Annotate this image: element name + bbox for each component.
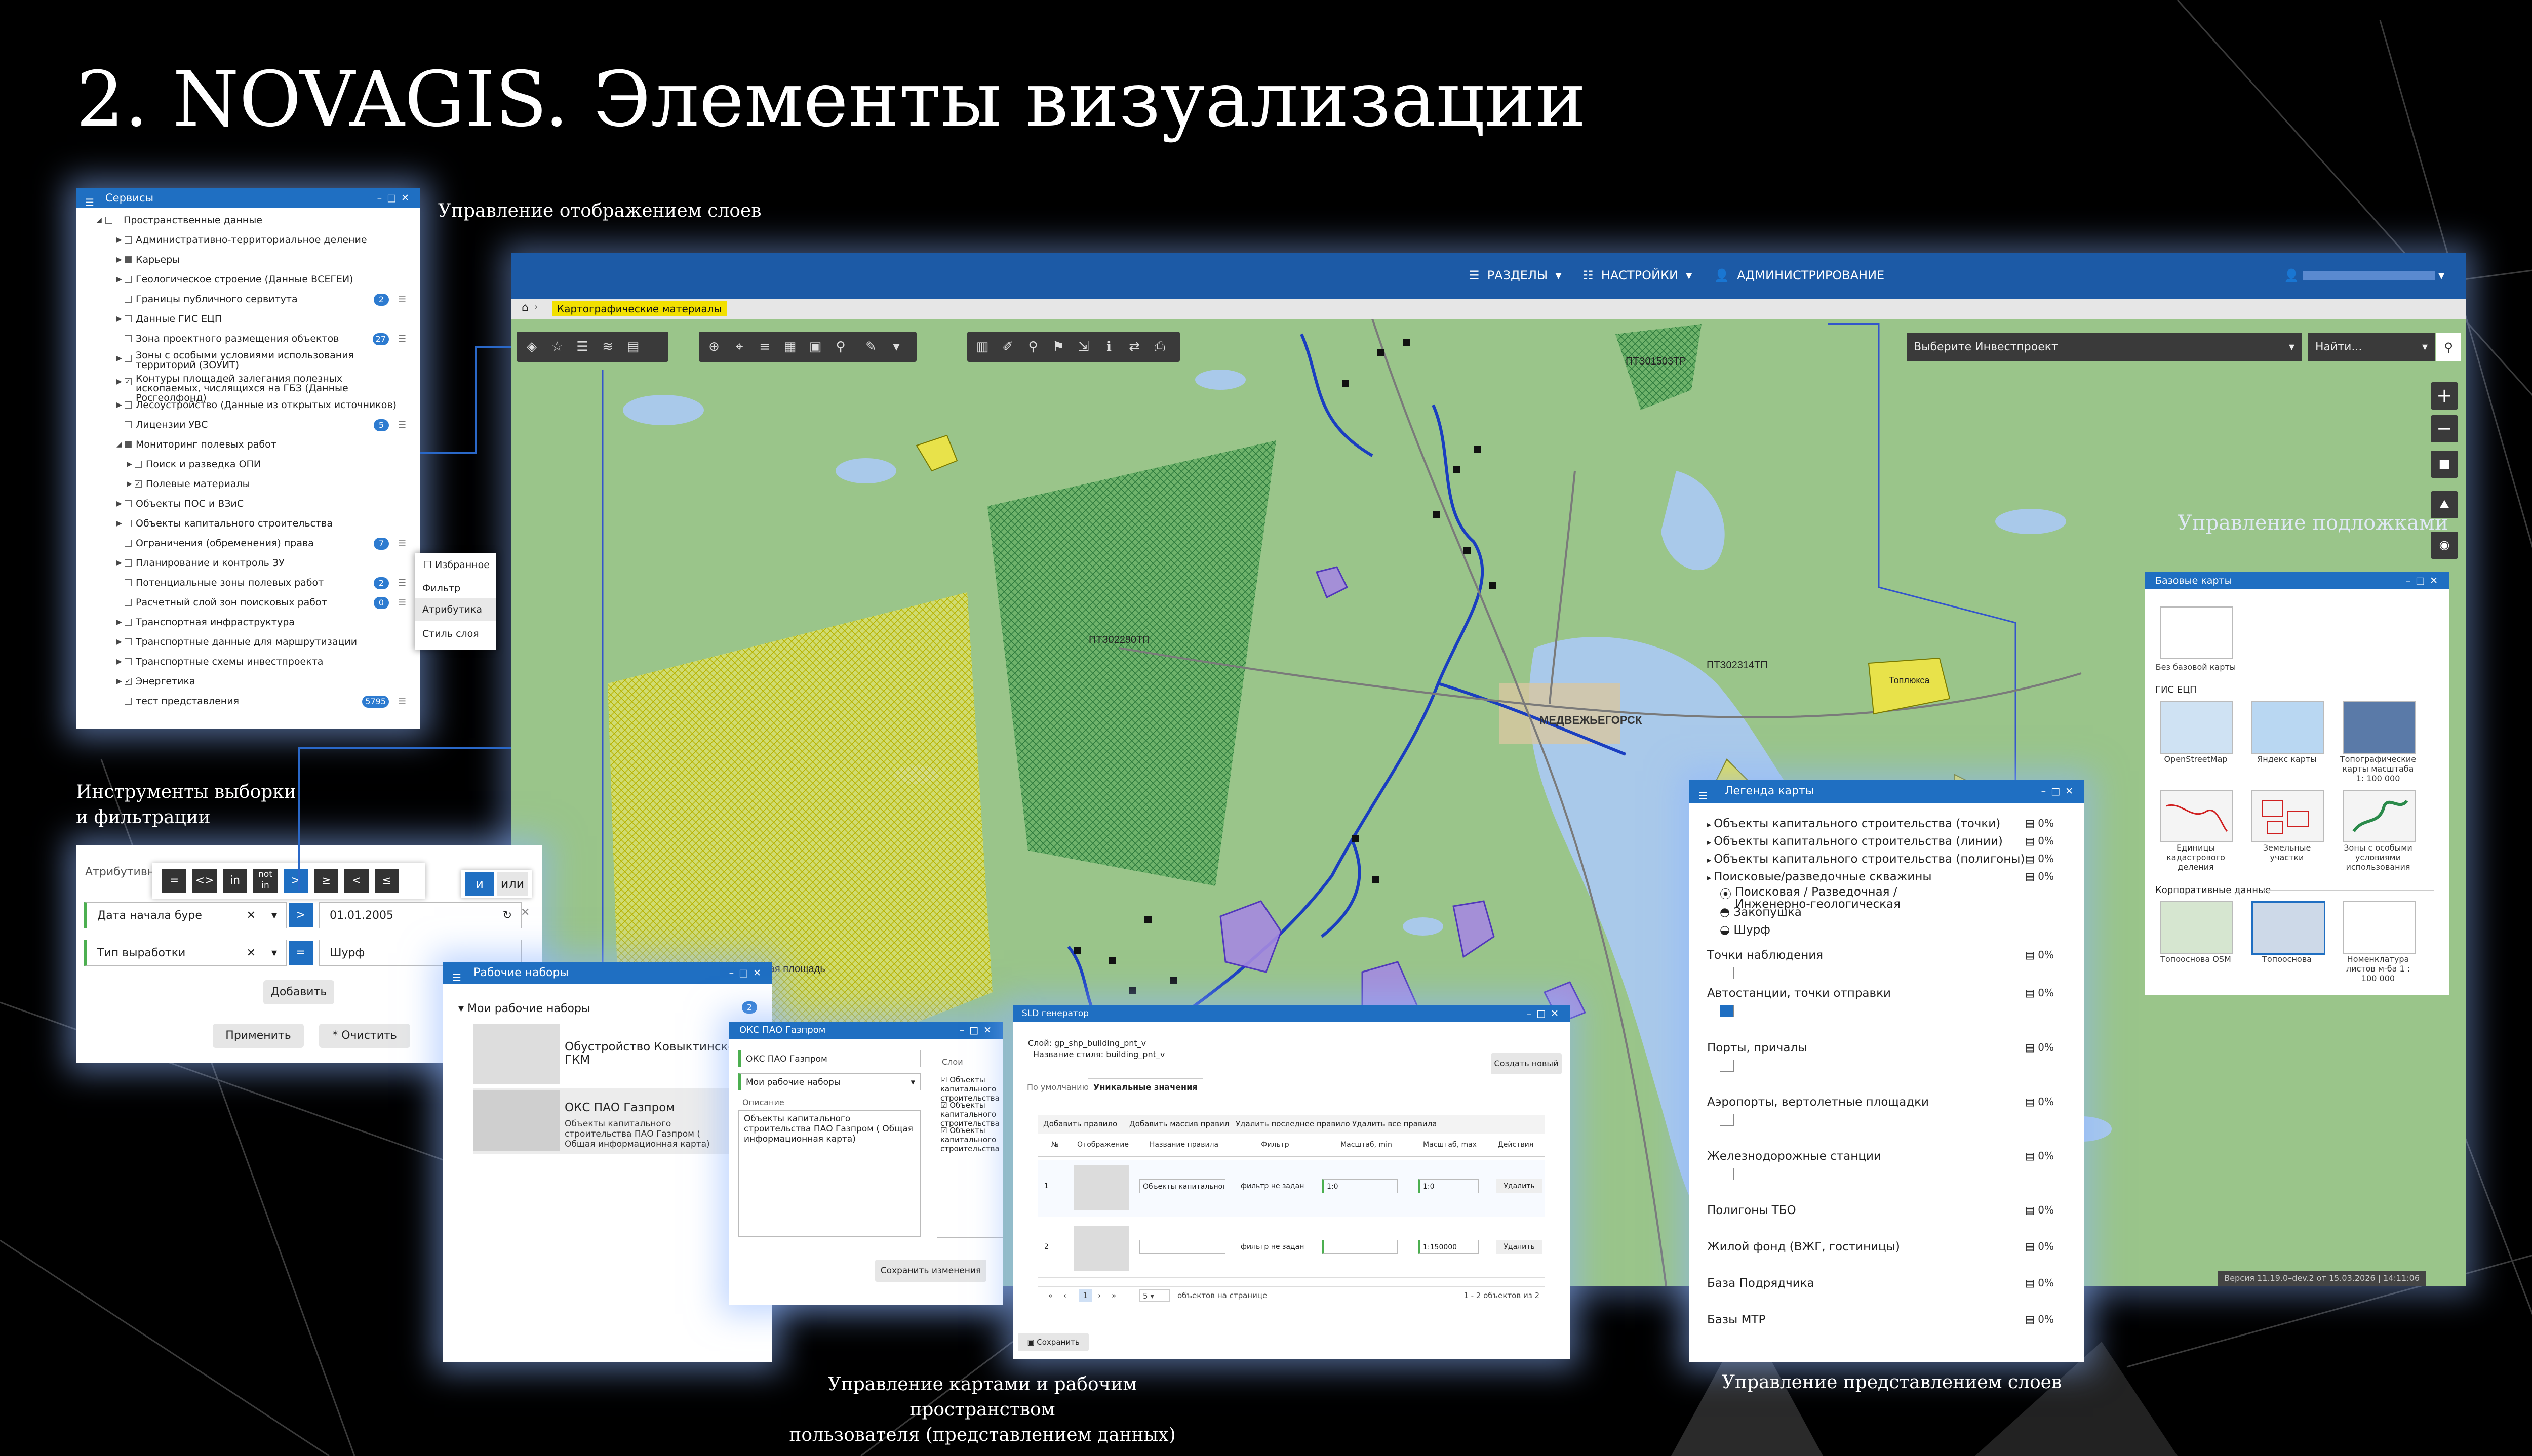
connector-lines xyxy=(298,346,511,891)
caption-layers: Управление отображением слоев xyxy=(438,200,762,221)
caption-basemaps: Управление подложками xyxy=(2178,511,2448,535)
caption-workspace: Управление картами и рабочим пространств… xyxy=(789,1374,1176,1445)
caption-filters: Инструменты выборки и фильтрации xyxy=(76,782,296,828)
caption-legend-view: Управление представлением слоев xyxy=(1722,1372,2062,1393)
